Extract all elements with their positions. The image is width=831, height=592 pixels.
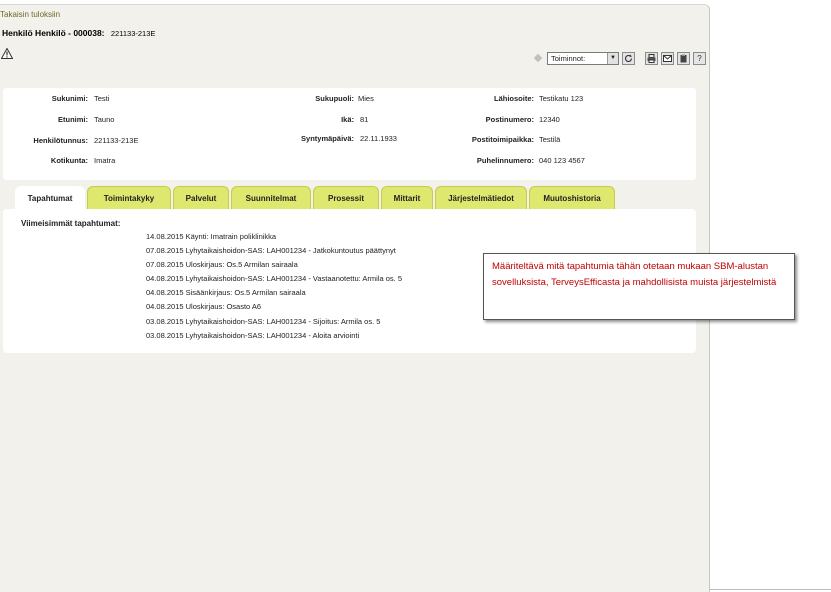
refresh-icon[interactable] — [622, 51, 635, 65]
mail-icon[interactable] — [661, 51, 674, 65]
tab-jarjestelmatiedot[interactable]: Järjestelmätiedot — [435, 186, 527, 210]
event-row: 04.08.2015 Lyhytaikaishoidon-SAS: LAH001… — [146, 274, 402, 283]
help-label: ? — [697, 53, 702, 63]
value-sukupuoli: Mies — [358, 94, 374, 103]
event-row: 14.08.2015 Käynti: Imatrain poliklinikka — [146, 232, 277, 241]
event-row: 03.08.2015 Lyhytaikaishoidon-SAS: LAH001… — [146, 331, 360, 340]
value-ika: 81 — [360, 115, 369, 124]
chevron-down-icon: ▼ — [607, 52, 618, 64]
print-icon[interactable] — [645, 51, 658, 65]
person-title-id: 221133-213E — [110, 29, 156, 38]
value-puhelinnumero: 040 123 4567 — [539, 156, 585, 165]
value-sukunimi: Testi — [94, 94, 110, 103]
diamond-icon — [533, 53, 543, 63]
annotation-note: Määriteltävä mitä tapahtumia tähän oteta… — [483, 253, 795, 320]
tab-tapahtumat[interactable]: Tapahtumat — [15, 186, 85, 210]
tab-muutoshistoria[interactable]: Muutoshistoria — [529, 186, 615, 210]
value-lahiosoite: Testikatu 123 — [539, 94, 584, 103]
event-row: 04.08.2015 Sisäänkirjaus: Os.5 Armilan s… — [146, 288, 306, 297]
tab-toimintakyky[interactable]: Toimintakyky — [87, 186, 171, 210]
value-kotikunta: Imatra — [94, 156, 116, 165]
person-title-label: Henkilö Henkilö - 000038: — [2, 28, 105, 38]
event-row: 07.08.2015 Lyhytaikaishoidon-SAS: LAH001… — [146, 246, 396, 255]
clipboard-icon[interactable] — [677, 51, 690, 65]
event-row: 03.08.2015 Lyhytaikaishoidon-SAS: LAH001… — [146, 317, 381, 326]
tab-suunnitelmat[interactable]: Suunnitelmat — [231, 186, 311, 210]
toolbar: Toiminnot: ▼ ? — [533, 51, 706, 65]
value-henkilotunnus: 221133-213E — [94, 136, 139, 145]
actions-select[interactable]: Toiminnot: ▼ — [547, 51, 619, 65]
value-syntymapaiva: 22.11.1933 — [360, 134, 397, 143]
person-details-card: Sukunimi: Testi Etunimi: Tauno Henkilötu… — [3, 88, 696, 180]
value-etunimi: Tauno — [94, 115, 115, 124]
tab-palvelut[interactable]: Palvelut — [173, 186, 229, 210]
tab-bar: Tapahtumat Toimintakyky Palvelut Suunnit… — [15, 186, 615, 210]
divider — [710, 589, 831, 590]
value-postinumero: 12340 — [539, 115, 560, 124]
event-row: 04.08.2015 Uloskirjaus: Osasto A6 — [146, 302, 262, 311]
page-title: Henkilö Henkilö - 000038: 221133-213E — [2, 28, 155, 38]
tab-mittarit[interactable]: Mittarit — [381, 186, 433, 210]
warning-icon[interactable] — [0, 47, 14, 59]
actions-select-value: Toiminnot: — [551, 53, 586, 63]
event-row: 07.08.2015 Uloskirjaus: Os.5 Armilan sai… — [146, 260, 298, 269]
tab-prosessit[interactable]: Prosessit — [313, 186, 379, 210]
help-icon[interactable]: ? — [693, 51, 706, 65]
value-postitoimipaikka: Testilä — [539, 135, 561, 144]
back-to-results-link[interactable]: Takaisin tuloksiin — [0, 10, 60, 19]
events-heading: Viimeisimmät tapahtumat: — [21, 219, 121, 228]
